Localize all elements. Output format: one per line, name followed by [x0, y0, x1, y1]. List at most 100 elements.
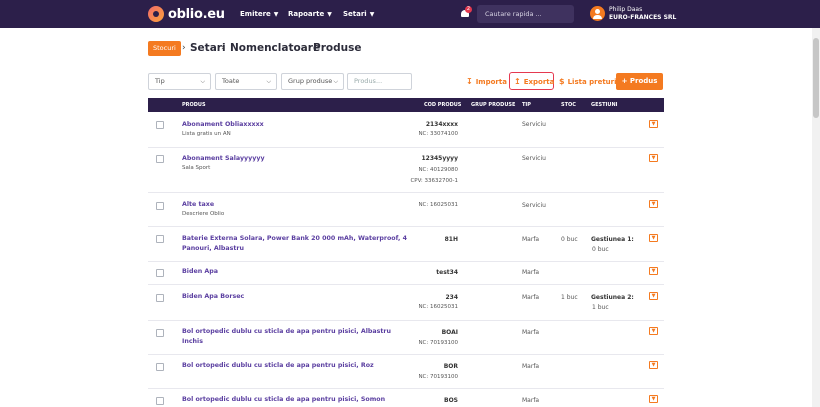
product-nc-code: NC: 70193100: [418, 340, 458, 346]
page-scrollbar[interactable]: [812, 28, 820, 407]
export-label: Exporta: [523, 78, 555, 86]
chevron-down-icon: ⌵: [200, 78, 205, 85]
product-name-link[interactable]: Alte taxe: [182, 200, 412, 210]
table-row[interactable]: Biden Apa Borsec 234 NC: 16025031 Marfa …: [148, 285, 664, 321]
product-management-qty: 0 buc: [592, 246, 609, 253]
dropdown-arrow-icon: ▼: [651, 362, 656, 368]
breadcrumb-separator: ›: [221, 43, 225, 53]
row-actions-button[interactable]: ▼: [649, 267, 658, 275]
brand-name: oblio.eu: [168, 6, 225, 22]
product-management-name: Gestiunea 2:: [591, 294, 634, 301]
product-type: Marfa: [522, 236, 540, 243]
column-header-code[interactable]: COD PRODUS: [424, 98, 461, 112]
product-name-link[interactable]: Bol ortopedic dublu cu sticla de apa pen…: [182, 395, 412, 405]
table-row[interactable]: Bol ortopedic dublu cu sticla de apa pen…: [148, 389, 664, 407]
row-actions-button[interactable]: ▼: [649, 361, 658, 369]
column-header-group[interactable]: GRUP PRODUSE: [471, 98, 515, 112]
dropdown-arrow-icon: ▼: [651, 121, 656, 127]
row-checkbox[interactable]: [156, 235, 164, 243]
chevron-down-icon: ⌵: [266, 78, 271, 85]
product-code: BOR: [443, 363, 458, 370]
import-label: Importa: [475, 78, 507, 86]
row-checkbox[interactable]: [156, 269, 164, 277]
nav-item-rapoarte[interactable]: Rapoarte ▼: [288, 0, 332, 28]
row-checkbox[interactable]: [156, 329, 164, 337]
column-header-product[interactable]: PRODUS: [182, 98, 206, 112]
chevron-down-icon: ⌵: [333, 78, 338, 85]
row-checkbox[interactable]: [156, 294, 164, 302]
table-row[interactable]: Abonament Salayyyyyy Sala Sport 12345yyy…: [148, 148, 664, 193]
product-name-link[interactable]: Abonament Obliaxxxxx: [182, 120, 412, 130]
row-checkbox[interactable]: [156, 363, 164, 371]
product-name-link[interactable]: Baterie Externa Solara, Power Bank 20 00…: [182, 234, 412, 254]
row-actions-button[interactable]: ▼: [649, 154, 658, 162]
breadcrumb-stocuri-badge[interactable]: Stocuri: [148, 41, 181, 56]
product-management-name: Gestiunea 1:: [591, 236, 634, 243]
product-management-qty: 1 buc: [592, 304, 609, 311]
row-checkbox[interactable]: [156, 121, 164, 129]
scrollbar-thumb[interactable]: [813, 38, 819, 118]
quick-search-input[interactable]: Cautare rapida ...: [477, 5, 574, 23]
import-button[interactable]: ↧ Importa: [466, 73, 507, 90]
table-row[interactable]: Alte taxe Descriere Oblio NC: 16025031 S…: [148, 193, 664, 227]
row-actions-button[interactable]: ▼: [649, 292, 658, 300]
product-search-input[interactable]: Produs...: [347, 73, 412, 90]
row-checkbox[interactable]: [156, 397, 164, 405]
product-type: Serviciu: [522, 155, 546, 162]
product-name-link[interactable]: Abonament Salayyyyyy: [182, 154, 412, 164]
filter-toate-select[interactable]: Toate ⌵: [215, 73, 277, 90]
plus-icon: +: [621, 77, 630, 85]
filter-label: Toate: [222, 77, 240, 85]
product-name-link[interactable]: Biden Apa Borsec: [182, 292, 412, 302]
dropdown-arrow-icon: ▼: [651, 268, 656, 274]
user-avatar-icon[interactable]: [590, 6, 605, 21]
filter-tip-select[interactable]: Tip ⌵: [148, 73, 211, 90]
row-actions-button[interactable]: ▼: [649, 327, 658, 335]
row-actions-button[interactable]: ▼: [649, 200, 658, 208]
product-type: Serviciu: [522, 121, 546, 128]
product-name-link[interactable]: Biden Apa: [182, 267, 412, 277]
row-checkbox[interactable]: [156, 155, 164, 163]
product-code: 234: [445, 294, 458, 301]
export-button[interactable]: ↥ Exporta: [514, 73, 554, 90]
nav-label: Rapoarte: [288, 10, 325, 18]
product-code: 2134xxxx: [425, 121, 458, 128]
column-header-stock[interactable]: STOC: [561, 98, 576, 112]
table-row[interactable]: Biden Apa test34 Marfa ▼: [148, 262, 664, 285]
user-company[interactable]: EURO-FRANCES SRL: [609, 14, 676, 21]
row-actions-button[interactable]: ▼: [649, 120, 658, 128]
table-row[interactable]: Bol ortopedic dublu cu sticla de apa pen…: [148, 321, 664, 355]
column-header-type[interactable]: TIP: [522, 98, 531, 112]
page-title: Produse: [313, 42, 362, 54]
row-actions-button[interactable]: ▼: [649, 395, 658, 403]
row-actions-button[interactable]: ▼: [649, 234, 658, 242]
brand-logo[interactable]: oblio.eu: [148, 5, 225, 23]
notifications-button[interactable]: 2: [460, 6, 472, 18]
filter-grup-produse-select[interactable]: Grup produse ⌵: [281, 73, 344, 90]
nav-item-setari[interactable]: Setari ▼: [343, 0, 374, 28]
product-name-link[interactable]: Bol ortopedic dublu cu sticla de apa pen…: [182, 327, 412, 347]
nav-item-emitere[interactable]: Emitere ▼: [240, 0, 278, 28]
dropdown-arrow-icon: ▼: [651, 155, 656, 161]
dropdown-arrow-icon: ▼: [651, 293, 656, 299]
product-stock: 0 buc: [561, 236, 578, 243]
user-name[interactable]: Philip Daas: [609, 6, 642, 13]
column-header-management[interactable]: GESTIUNI: [591, 98, 618, 112]
product-code: 12345yyyy: [421, 155, 458, 162]
table-row[interactable]: Bol ortopedic dublu cu sticla de apa pen…: [148, 355, 664, 389]
dropdown-arrow-icon: ▼: [651, 235, 656, 241]
product-nc-code: NC: 70193100: [418, 374, 458, 380]
price-list-button[interactable]: $ Lista preturi: [559, 73, 617, 90]
product-name-link[interactable]: Bol ortopedic dublu cu sticla de apa pen…: [182, 361, 412, 371]
add-product-button[interactable]: + Produs: [616, 73, 663, 90]
management-name: Gestiunea 1:: [591, 236, 634, 243]
product-nc-code: NC: 33074100: [418, 131, 458, 137]
product-type: Marfa: [522, 269, 540, 276]
product-stock: 1 buc: [561, 294, 578, 301]
product-nc-code: NC: 16025031: [418, 202, 458, 208]
chevron-down-icon: ▼: [327, 10, 332, 18]
row-checkbox[interactable]: [156, 202, 164, 210]
table-row[interactable]: Baterie Externa Solara, Power Bank 20 00…: [148, 227, 664, 262]
product-type: Marfa: [522, 397, 540, 404]
table-row[interactable]: Abonament Obliaxxxxx Lista gratis un AN …: [148, 112, 664, 148]
